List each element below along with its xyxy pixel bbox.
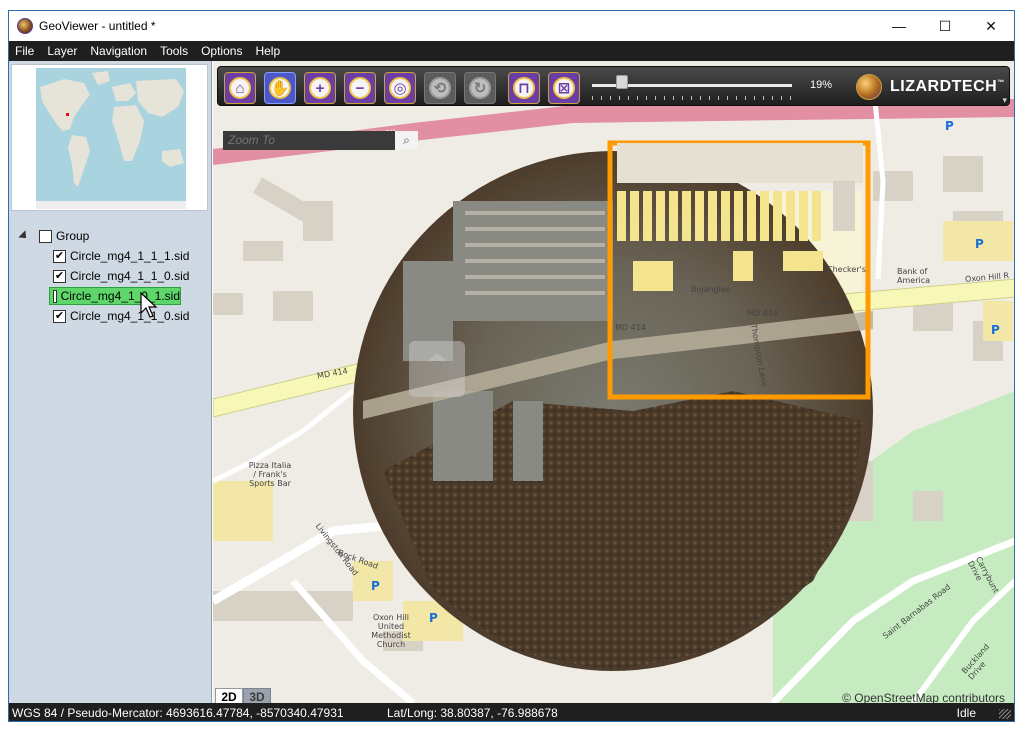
poi-label: Bojangles — [691, 285, 730, 294]
minimize-button[interactable]: — — [876, 11, 922, 41]
window-controls: — ☐ ✕ — [876, 11, 1014, 41]
zoom-in-button[interactable]: + — [304, 72, 336, 104]
parking-icon: P — [371, 579, 380, 593]
parking-icon: P — [975, 237, 984, 251]
poi-label: Checker's — [827, 265, 866, 274]
window-title: GeoViewer - untitled * — [39, 19, 156, 33]
overview-map[interactable] — [11, 64, 208, 211]
layer-row-selected[interactable]: Circle_mg4_1_0_1.sid — [49, 287, 181, 305]
world-map-graphic — [36, 68, 186, 209]
pan-button[interactable]: ✋ — [264, 72, 296, 104]
projection-readout: WGS 84 / Pseudo-Mercator: 4693616.47784,… — [12, 706, 344, 720]
road-label: MD 414 — [819, 299, 850, 308]
refresh-disabled-icon: ⟲ — [429, 77, 451, 99]
layer-row[interactable]: ✔ Circle_mg4_1_1_1.sid — [53, 247, 189, 265]
zoom-out-icon: − — [349, 77, 371, 99]
menu-options[interactable]: Options — [201, 44, 242, 58]
layer-label: Circle_mg4_1_0_1.sid — [60, 289, 180, 303]
watermark-graphic — [409, 341, 465, 397]
search-icon[interactable]: ⌕ — [395, 131, 418, 150]
parking-icon: P — [945, 119, 954, 133]
status-bar: WGS 84 / Pseudo-Mercator: 4693616.47784,… — [9, 703, 1014, 721]
view-mode-tabs: 2D 3D — [215, 688, 271, 703]
checkmark-icon: ✔ — [54, 269, 65, 282]
zoom-in-icon: + — [309, 77, 331, 99]
brand-name: LIZARDTECH™ — [890, 78, 1005, 95]
close-button[interactable]: ✕ — [968, 11, 1014, 41]
menu-navigation[interactable]: Navigation — [90, 44, 147, 58]
lizardtech-logo-icon — [856, 74, 882, 100]
map-attribution: © OpenStreetMap contributors — [842, 691, 1005, 703]
parking-icon: P — [429, 611, 438, 625]
redo-icon: ↻ — [469, 77, 491, 99]
mouse-cursor-icon — [140, 291, 158, 318]
collapse-triangle-icon[interactable] — [18, 230, 30, 242]
measure-button[interactable]: ⊓ — [508, 72, 540, 104]
latlong-readout: Lat/Long: 38.80387, -76.988678 — [387, 706, 558, 720]
layer-checkbox[interactable]: ✔ — [53, 269, 66, 283]
layer-checkbox[interactable]: ✔ — [53, 309, 66, 323]
map-view[interactable]: Capital Beltway MD 414 MD 414 MD 414 MD … — [213, 61, 1014, 703]
status-state: Idle — [956, 706, 976, 720]
layer-group-row[interactable]: Group — [18, 227, 90, 245]
layer-row[interactable]: ✔ Circle_mg4_1_1_0.sid — [53, 267, 189, 285]
group-checkbox[interactable] — [39, 229, 52, 243]
menu-bar: File Layer Navigation Tools Options Help — [9, 41, 1014, 61]
layer-label: Circle_mg4_1_1_0.sid — [70, 269, 190, 283]
tab-3d[interactable]: 3D — [243, 688, 271, 703]
measure-icon: ⊓ — [513, 77, 535, 99]
layer-label: Circle_mg4_1_1_0.sid — [70, 309, 190, 323]
layer-tree: Group ✔ Circle_mg4_1_1_1.sid ✔ Circle_mg… — [11, 221, 208, 699]
poi-label: Pizza Italia / Frank's Sports Bar — [248, 461, 292, 488]
road-label: MD 414 — [615, 323, 646, 332]
crop-icon: ⊠ — [553, 77, 575, 99]
checkmark-icon: ✔ — [54, 309, 65, 322]
layer-label: Circle_mg4_1_1_1.sid — [70, 249, 190, 263]
zoom-to-box: ⌕ — [223, 131, 418, 150]
pan-hand-icon: ✋ — [269, 77, 291, 99]
menu-help[interactable]: Help — [255, 44, 280, 58]
road-label: MD 414 — [747, 309, 778, 318]
center-target-icon: ◎ — [389, 77, 411, 99]
group-label: Group — [56, 229, 90, 243]
poi-label: Bank of America — [897, 267, 930, 285]
layer-checkbox[interactable]: ✔ — [53, 249, 66, 263]
zoom-out-button[interactable]: − — [344, 72, 376, 104]
map-canvas — [213, 61, 1014, 703]
zoom-slider-ticks — [592, 96, 792, 100]
center-button[interactable]: ◎ — [384, 72, 416, 104]
toolbar-overflow-icon[interactable]: ▾ — [1002, 95, 1007, 106]
app-window: GeoViewer - untitled * — ☐ ✕ File Layer … — [8, 10, 1015, 722]
refresh-button[interactable]: ⟲ — [424, 72, 456, 104]
zoom-slider-handle[interactable] — [616, 75, 628, 89]
redo-button[interactable]: ↻ — [464, 72, 496, 104]
poi-label: Oxon Hill United Methodist Church — [371, 613, 411, 649]
parking-icon: P — [991, 323, 1000, 337]
layer-checkbox[interactable] — [53, 289, 57, 303]
left-panel: Group ✔ Circle_mg4_1_1_1.sid ✔ Circle_mg… — [9, 61, 212, 703]
menu-file[interactable]: File — [15, 44, 34, 58]
zoom-to-input[interactable] — [223, 131, 395, 150]
geoviewer-app-icon — [17, 18, 33, 34]
zoom-percent: 19% — [810, 79, 833, 91]
layer-row[interactable]: ✔ Circle_mg4_1_1_0.sid — [53, 307, 189, 325]
maximize-button[interactable]: ☐ — [922, 11, 968, 41]
resize-grip-icon[interactable] — [999, 709, 1011, 719]
checkmark-icon: ✔ — [54, 249, 65, 262]
menu-layer[interactable]: Layer — [47, 44, 77, 58]
menu-tools[interactable]: Tools — [160, 44, 188, 58]
home-button[interactable]: ⌂ — [224, 72, 256, 104]
home-icon: ⌂ — [229, 77, 251, 99]
tab-2d[interactable]: 2D — [215, 688, 243, 703]
map-toolbar: ⌂ ✋ + − ◎ ⟲ ↻ ⊓ ⊠ 19% LIZARDTECH™ ▾ — [217, 66, 1010, 106]
crop-button[interactable]: ⊠ — [548, 72, 580, 104]
title-bar: GeoViewer - untitled * — ☐ ✕ — [9, 11, 1014, 41]
